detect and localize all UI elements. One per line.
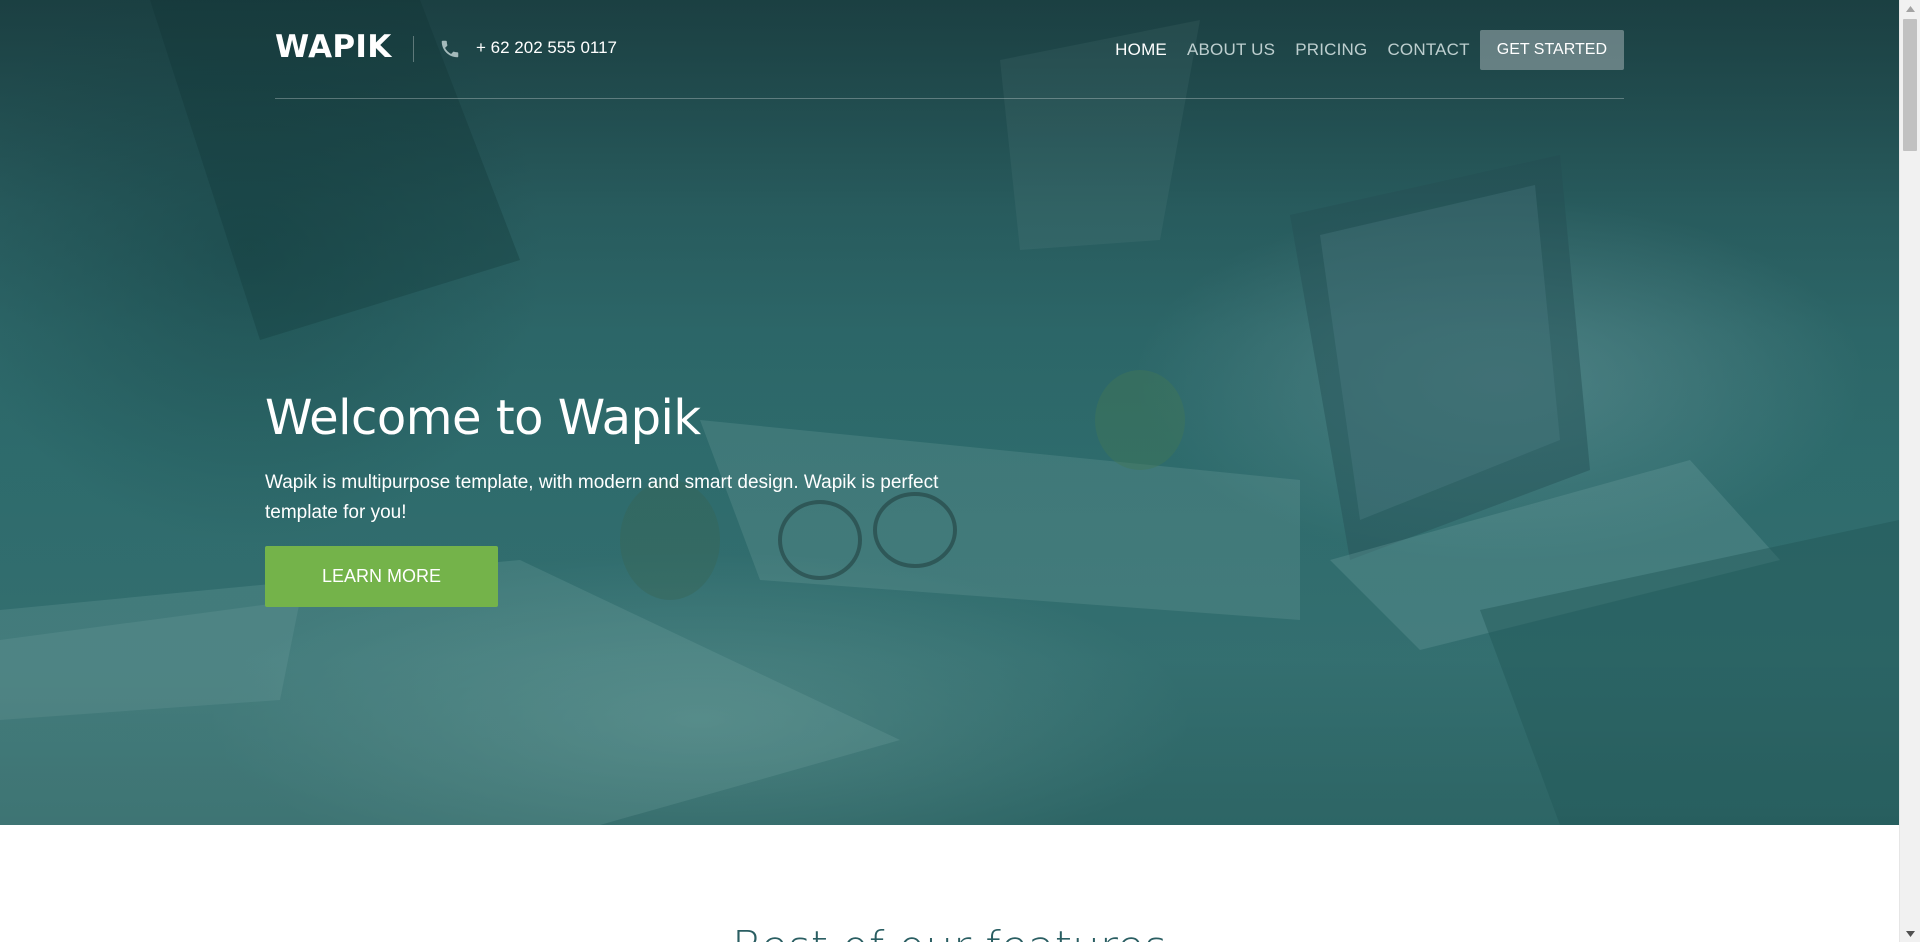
scroll-up-button[interactable]: [1900, 0, 1920, 17]
hero-title: Welcome to Wapik: [265, 390, 701, 446]
chevron-up-icon: [1906, 5, 1915, 12]
phone-icon: [441, 40, 459, 58]
nav-item-contact[interactable]: CONTACT: [1387, 40, 1469, 60]
nav-item-about-us[interactable]: ABOUT US: [1187, 40, 1275, 60]
navbar-divider: [275, 98, 1624, 99]
brand-logo[interactable]: WAPIK: [275, 29, 392, 65]
get-started-button[interactable]: GET STARTED: [1479, 30, 1624, 70]
hero-subtitle: Wapik is multipurpose template, with mod…: [265, 472, 939, 523]
vertical-scrollbar[interactable]: [1899, 0, 1920, 942]
chevron-down-icon: [1906, 930, 1915, 937]
learn-more-button[interactable]: LEARN MORE: [265, 546, 498, 607]
logo-divider: [413, 36, 414, 62]
nav-item-home[interactable]: HOME: [1115, 40, 1167, 60]
nav-item-pricing[interactable]: PRICING: [1295, 40, 1367, 60]
scroll-down-button[interactable]: [1900, 925, 1920, 942]
main-menu: HOME ABOUT US PRICING CONTACT GET STARTE…: [1095, 30, 1624, 70]
phone-number[interactable]: + 62 202 555 0117: [476, 38, 617, 58]
page-viewport: WAPIK + 62 202 555 0117 HOME ABOUT US PR…: [0, 0, 1899, 942]
scrollbar-thumb[interactable]: [1903, 19, 1917, 151]
hero-section: WAPIK + 62 202 555 0117 HOME ABOUT US PR…: [0, 0, 1899, 825]
features-heading: Best of our features: [0, 922, 1899, 942]
top-navbar: WAPIK + 62 202 555 0117 HOME ABOUT US PR…: [275, 0, 1624, 99]
